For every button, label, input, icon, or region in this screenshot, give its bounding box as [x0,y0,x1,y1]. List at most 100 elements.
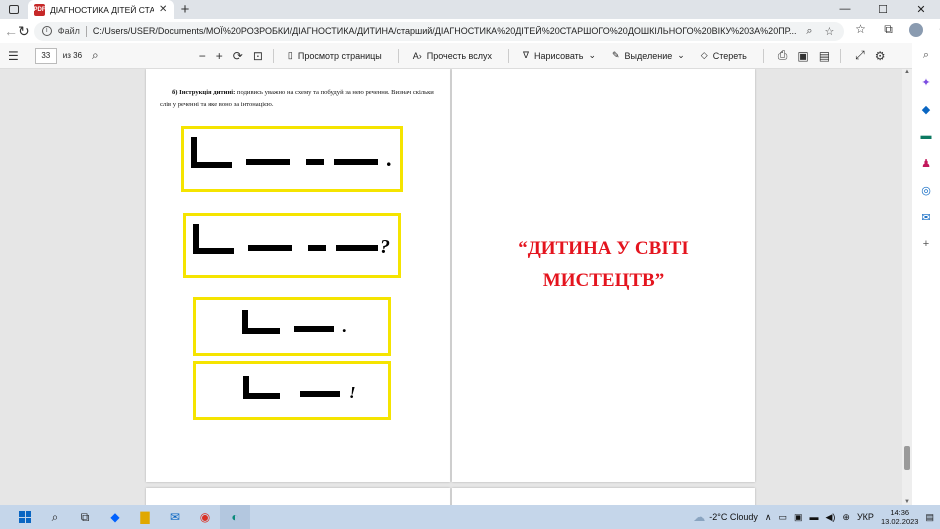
settings-gear-icon[interactable]: ⚙ [875,49,886,63]
games-icon[interactable]: ♟ [919,156,933,170]
pdf-page-next-left [146,488,450,505]
battery-icon[interactable]: ▬ [810,512,819,522]
meet-icon[interactable]: ▣ [794,512,803,523]
page-count: из 36 [62,51,83,60]
tray-chevron-up-icon[interactable]: ∧ [765,512,772,523]
page-number-input[interactable]: 33 [34,47,57,64]
office-icon[interactable]: ◎ [919,183,933,197]
pdf-page-next-right [452,488,755,505]
chevron-down-icon[interactable]: ⌄ [677,50,685,61]
scroll-up-icon[interactable]: ▲ [902,69,912,75]
clock[interactable]: 14:36 13.02.2023 [881,508,919,526]
section-title: “ДИТИНА У СВІТІ МИСТЕЦТВ” [452,233,755,297]
favorite-star-icon[interactable]: ☆ [822,25,836,38]
rotate-icon[interactable]: ⟳ [233,49,243,63]
view-page-button[interactable]: ▯ Просмотр страницы [288,50,382,61]
restore-button[interactable]: ☐ [864,3,902,16]
address-bar: ← ↻ i Файл C:/Users/USER/Documents/МОЇ%2… [0,19,940,43]
print-icon[interactable]: ⎙ [778,48,788,63]
sentence-scheme-1: . [181,126,403,192]
collections-icon[interactable]: ⧉ [876,22,900,40]
scrollbar-thumb[interactable] [904,446,910,470]
eraser-icon: ◇ [700,50,708,60]
minimize-button[interactable]: — [826,3,864,16]
section-title-line-2: МИСТЕЦТВ” [542,270,665,291]
read-aloud-button[interactable]: A› Прочесть вслух [413,51,492,61]
document-viewer[interactable]: б) Інструкція дитині: подивись уважно на… [0,69,912,505]
page-view-icon: ▯ [287,50,293,60]
contents-icon[interactable]: ☰ [8,49,19,63]
zoom-in-icon[interactable]: + [216,49,223,63]
scheme-3-drawing: . [242,310,347,336]
zoom-out-icon[interactable]: − [199,49,206,63]
fit-page-icon[interactable]: ⊡ [253,49,263,63]
save-as-icon[interactable]: ▤ [819,49,830,63]
zoom-icon[interactable]: ⌕ [802,25,816,38]
clock-date: 13.02.2023 [880,517,919,526]
erase-button[interactable]: ◇ Стереть [701,50,747,61]
mail-icon[interactable]: ✉ [160,505,190,529]
close-window-button[interactable]: ✕ [902,3,940,16]
start-button[interactable] [10,505,40,529]
notifications-icon[interactable]: ▤ [925,512,934,523]
sentence-scheme-2: ? [183,213,401,278]
draw-icon: ∇ [522,50,529,60]
fullscreen-icon[interactable]: ⤢ [855,48,865,63]
search-icon[interactable]: ⌕ [92,48,99,63]
browser-actions: ☆ ⧉ ⋯ [848,22,940,40]
back-button[interactable]: ← [4,23,18,39]
cloud-icon: ☁ [693,510,706,524]
url-box[interactable]: i Файл C:/Users/USER/Documents/МОЇ%20РОЗ… [33,21,845,41]
add-app-icon[interactable]: + [919,237,933,251]
pdf-page-right: “ДИТИНА У СВІТІ МИСТЕЦТВ” [452,69,755,482]
url-text[interactable]: C:/Users/USER/Documents/МОЇ%20РОЗРОБКИ/Д… [93,26,797,36]
chevron-down-icon[interactable]: ⌄ [588,50,596,61]
search-icon[interactable]: ⌕ [919,48,933,62]
avatar [909,23,924,37]
edge-icon[interactable]: ◐ [220,505,250,529]
more-menu-icon[interactable]: ⋯ [932,22,940,40]
window-controls: — ☐ ✕ [826,3,940,16]
language-indicator[interactable]: УКР [857,512,874,522]
taskbar-search-icon[interactable]: ⌕ [40,505,70,529]
file-explorer-icon[interactable]: ▇ [130,505,160,529]
read-aloud-icon: A› [412,50,422,61]
section-title-line-1: “ДИТИНА У СВІТІ [518,238,689,259]
volume-icon[interactable]: ◀) [826,512,836,523]
tab-close-button[interactable]: ✕ [159,4,167,15]
scheme-1-drawing: . [191,137,392,171]
highlighter-icon: ✎ [612,50,620,60]
shopping-tag-icon[interactable]: ◆ [919,102,933,116]
instruction-paragraph: б) Інструкція дитині: подивись уважно на… [160,89,434,108]
browser-tab[interactable]: PDF ДІАГНОСТИКА ДІТЕЙ СТАРШОГО ✕ [28,0,174,19]
new-tab-button[interactable]: + [174,1,196,18]
refresh-button[interactable]: ↻ [18,23,30,40]
tab-actions-button[interactable] [0,0,28,19]
display-icon[interactable]: ▭ [778,512,787,523]
url-scheme-label: Файл [57,26,80,36]
network-icon[interactable]: ⊕ [842,512,850,523]
scheme-2-mark: ? [380,236,390,258]
outlook-icon[interactable]: ✉ [919,210,933,224]
copilot-icon[interactable]: ✦ [919,75,933,89]
clock-time: 14:36 [890,508,910,517]
info-icon[interactable]: i [41,26,52,36]
dropbox-icon[interactable]: ◆ [100,505,130,529]
weather-widget[interactable]: ☁ -2°C Cloudy [693,510,758,524]
draw-button[interactable]: ∇ Нарисовать ⌄ [523,50,596,61]
title-bar: PDF ДІАГНОСТИКА ДІТЕЙ СТАРШОГО ✕ + — ☐ ✕ [0,0,940,19]
profile-button[interactable] [904,22,928,40]
save-icon[interactable]: ▣ [797,49,808,63]
task-view-icon[interactable]: ⧉ [70,505,100,529]
windows-logo-icon [19,511,31,523]
chrome-icon[interactable]: ◉ [190,505,220,529]
taskbar: ⌕ ⧉ ◆ ▇ ✉ ◉ ◐ ☁ -2°C Cloudy ∧ ▭ ▣ ▬ ◀) ⊕… [0,505,940,529]
scheme-4-mark: ! [349,383,356,402]
scheme-2-drawing: ? [193,224,390,258]
tools-icon[interactable]: ▬ [919,129,933,143]
highlight-button[interactable]: ✎ Выделение ⌄ [612,50,685,61]
favorites-icon[interactable]: ☆ [848,22,872,40]
url-separator [85,25,87,37]
scheme-1-mark: . [386,146,392,171]
vertical-scrollbar[interactable]: ▲ ▼ [902,69,912,505]
